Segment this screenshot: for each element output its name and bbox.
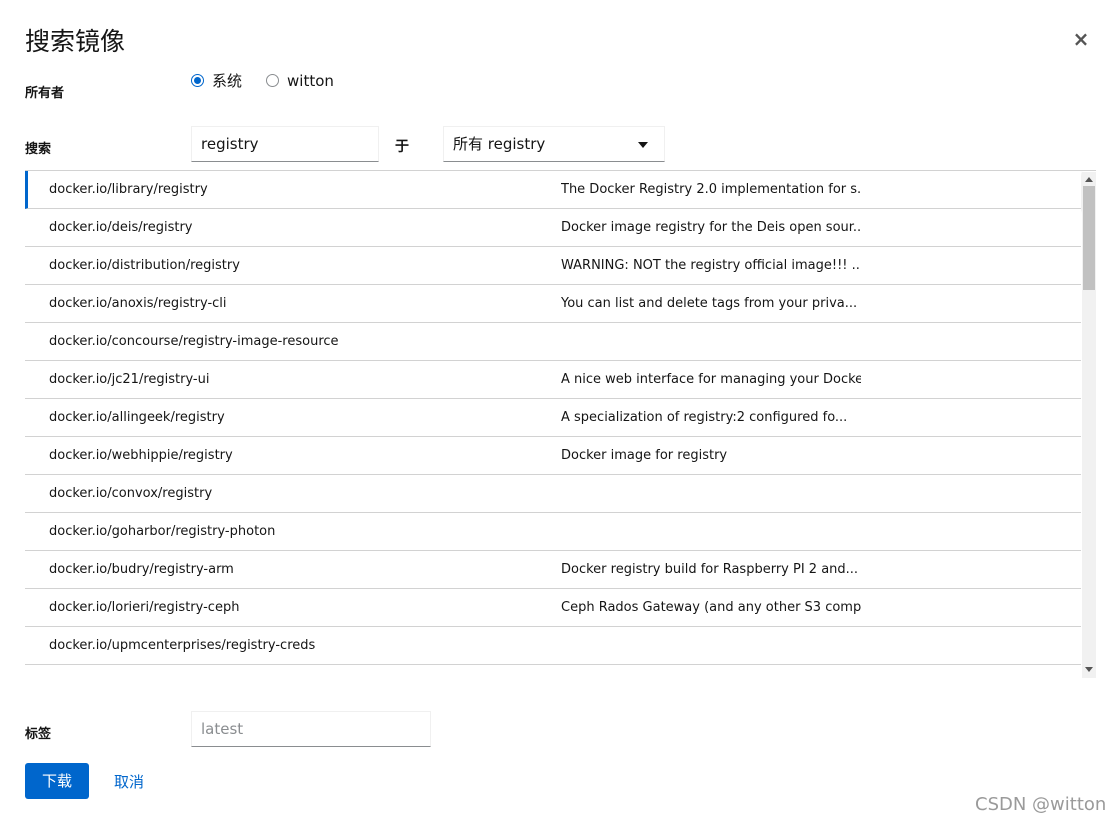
radio-checked-icon[interactable] — [191, 74, 204, 87]
scroll-up-icon[interactable] — [1082, 174, 1096, 186]
result-name: docker.io/allingeek/registry — [49, 410, 225, 425]
search-in-label: 于 — [395, 139, 409, 155]
owner-option-label: witton — [287, 71, 334, 90]
tag-input[interactable]: latest — [191, 711, 431, 747]
result-row[interactable]: docker.io/webhippie/registry Docker image… — [25, 437, 1081, 475]
result-row[interactable]: docker.io/deis/registry Docker image regi… — [25, 209, 1081, 247]
registry-select-value: 所有 registry — [453, 135, 546, 153]
result-description: You can list and delete tags from your p… — [561, 296, 858, 311]
result-name: docker.io/goharbor/registry-photon — [49, 524, 276, 539]
caret-down-icon — [638, 142, 648, 148]
owner-radio-group: 系统 witton — [191, 70, 358, 91]
search-label: 搜索 — [25, 142, 52, 157]
registry-select[interactable]: 所有 registry — [443, 126, 665, 162]
watermark: CSDN @witton — [975, 794, 1107, 815]
results-scrollbar[interactable] — [1082, 172, 1096, 678]
result-name: docker.io/jc21/registry-ui — [49, 372, 210, 387]
result-name: docker.io/concourse/registry-image-resou… — [49, 334, 339, 349]
result-name: docker.io/upmcenterprises/registry-creds — [49, 638, 316, 653]
result-row[interactable]: docker.io/budry/registry-arm Docker regis… — [25, 551, 1081, 589]
result-row[interactable]: docker.io/concourse/registry-image-resou… — [25, 323, 1081, 361]
owner-option-label: 系统 — [212, 72, 243, 90]
result-row[interactable]: docker.io/library/registry The Docker Reg… — [25, 171, 1081, 209]
result-name: docker.io/distribution/registry — [49, 258, 240, 273]
result-row[interactable]: docker.io/goharbor/registry-photon — [25, 513, 1081, 551]
result-description: A nice web interface for managing your D… — [561, 372, 861, 387]
result-row[interactable]: docker.io/distribution/registry WARNING: … — [25, 247, 1081, 285]
result-name: docker.io/deis/registry — [49, 220, 193, 235]
result-description: Ceph Rados Gateway (and any other S3 com… — [561, 600, 861, 615]
cancel-button[interactable]: 取消 — [114, 771, 144, 792]
dialog-title: 搜索镜像 — [25, 27, 126, 56]
result-name: docker.io/webhippie/registry — [49, 448, 233, 463]
radio-unchecked-icon[interactable] — [266, 74, 280, 87]
result-name: docker.io/convox/registry — [49, 486, 213, 501]
result-row[interactable]: docker.io/jc21/registry-ui A nice web int… — [25, 361, 1081, 399]
result-description: A specialization of registry:2 configure… — [561, 410, 848, 425]
result-row[interactable]: docker.io/allingeek/registry A specializa… — [25, 399, 1081, 437]
result-name: docker.io/library/registry — [49, 182, 208, 197]
result-description: Docker image registry for the Deis open … — [561, 220, 861, 235]
result-description: Docker image for registry — [561, 448, 728, 463]
search-image-dialog: 搜索镜像 × 所有者 系统 witton 搜索 registry 于 所有 re… — [0, 0, 1120, 822]
download-button[interactable]: 下载 — [25, 763, 89, 799]
result-name: docker.io/budry/registry-arm — [49, 562, 234, 577]
result-description: WARNING: NOT the registry official image… — [561, 258, 861, 273]
result-row[interactable]: docker.io/lorieri/registry-ceph Ceph Rado… — [25, 589, 1081, 627]
owner-option-system[interactable]: 系统 — [191, 70, 242, 91]
results-list[interactable]: docker.io/library/registry The Docker Reg… — [25, 170, 1096, 678]
result-name: docker.io/anoxis/registry-cli — [49, 296, 227, 311]
result-description: The Docker Registry 2.0 implementation f… — [561, 182, 861, 197]
result-name: docker.io/lorieri/registry-ceph — [49, 600, 240, 615]
scroll-down-icon[interactable] — [1082, 664, 1096, 676]
result-row[interactable]: docker.io/convox/registry — [25, 475, 1081, 513]
tag-label: 标签 — [25, 727, 52, 742]
result-description: Docker registry build for Raspberry PI 2… — [561, 562, 859, 577]
result-row[interactable] — [25, 665, 1081, 678]
search-input[interactable]: registry — [191, 126, 379, 162]
owner-label: 所有者 — [25, 86, 65, 101]
owner-option-user[interactable]: witton — [266, 72, 334, 90]
result-row[interactable]: docker.io/upmcenterprises/registry-creds — [25, 627, 1081, 665]
close-icon[interactable]: × — [1072, 28, 1090, 50]
scroll-thumb[interactable] — [1083, 186, 1095, 290]
result-row[interactable]: docker.io/anoxis/registry-cli You can lis… — [25, 285, 1081, 323]
